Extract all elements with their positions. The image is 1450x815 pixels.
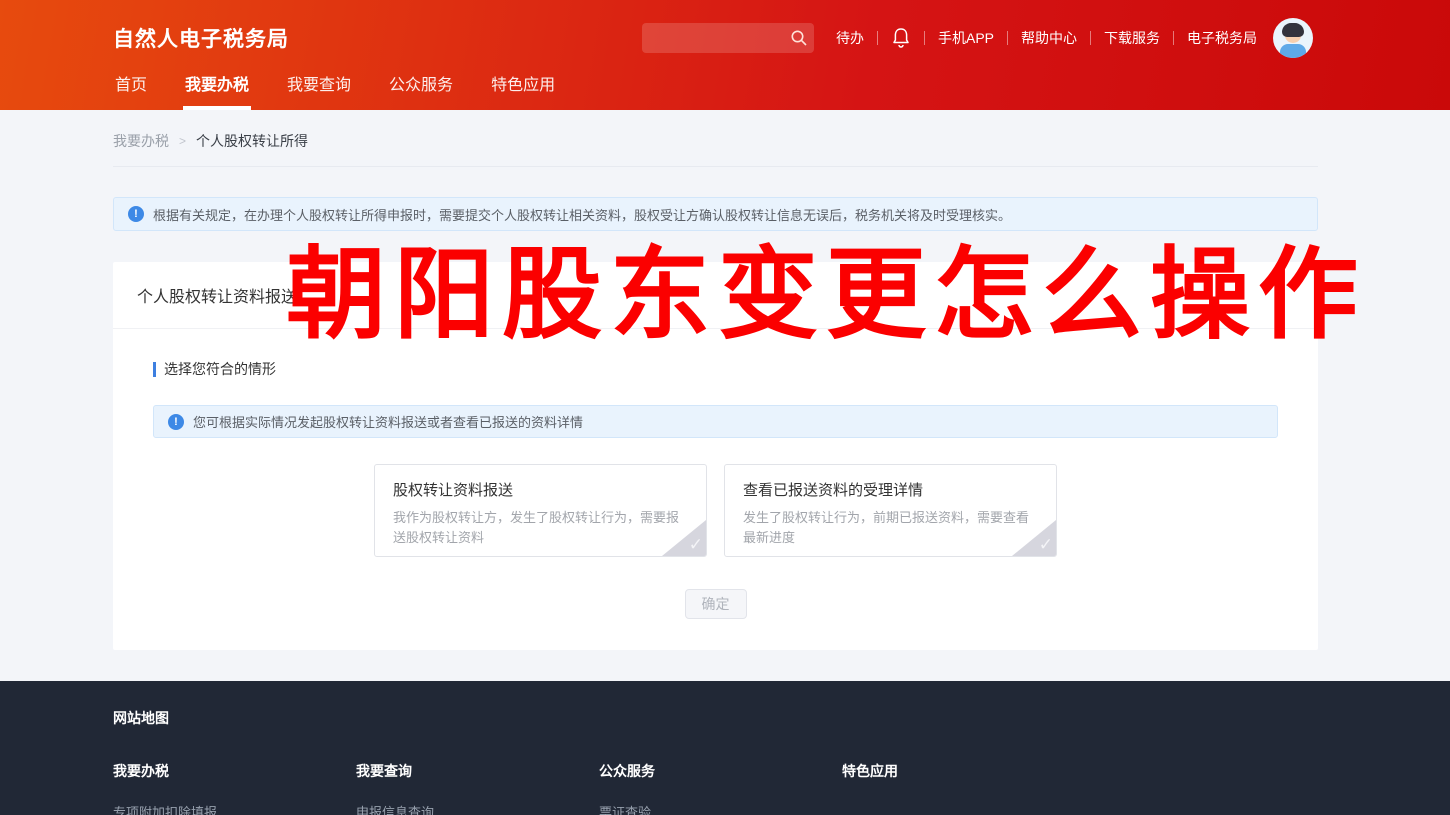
nav-tab-tax-handling[interactable]: 我要办税 [183, 68, 252, 110]
nav-tab-public-service[interactable]: 公众服务 [387, 68, 455, 110]
breadcrumb: 我要办税 > 个人股权转让所得 [113, 110, 1318, 167]
sitemap-title: 网站地图 [113, 710, 169, 726]
check-icon: ✓ [688, 535, 703, 554]
confirm-button[interactable]: 确定 [684, 589, 747, 619]
app-header: 自然人电子税务局 待办 手机APP 帮助中心 下载服务 电子税务局 首页 我要办… [0, 0, 1450, 110]
divider [1173, 31, 1174, 45]
download-service-link[interactable]: 下载服务 [1104, 28, 1160, 48]
footer-col-title: 我要查询 [356, 763, 412, 779]
avatar-shirt [1280, 44, 1306, 58]
section-title-row: 选择您符合的情形 [153, 359, 1278, 379]
search-input[interactable] [641, 23, 858, 53]
option-card-submit-materials[interactable]: 股权转让资料报送 我作为股权转让方，发生了股权转让行为，需要报送股权转让资料 ✓ [374, 464, 707, 557]
hint-banner: ! 您可根据实际情况发起股权转让资料报送或者查看已报送的资料详情 [153, 405, 1278, 438]
footer-col-title: 特色应用 [842, 763, 898, 779]
divider [1007, 31, 1008, 45]
footer-columns: 我要办税 专项附加扣除填报 我要查询 申报信息查询 公众服务 票证查验 特色应用 [113, 761, 1318, 815]
section-title: 选择您符合的情形 [164, 361, 276, 377]
option-title: 查看已报送资料的受理详情 [743, 482, 924, 499]
info-icon: ! [128, 206, 144, 222]
footer-link-declaration-query[interactable]: 申报信息查询 [356, 802, 599, 815]
check-icon: ✓ [1038, 535, 1053, 554]
main-nav: 首页 我要办税 我要查询 公众服务 特色应用 [0, 68, 1450, 110]
footer-link-ticket-check[interactable]: 票证查验 [599, 802, 842, 815]
bell-icon[interactable] [891, 27, 911, 49]
nav-tab-query[interactable]: 我要查询 [285, 68, 353, 110]
footer-col-public-service: 公众服务 票证查验 [599, 761, 842, 815]
panel-title: 个人股权转让资料报送 [113, 262, 1318, 329]
hint-text: 您可根据实际情况发起股权转让资料报送或者查看已报送的资料详情 [193, 415, 584, 430]
option-card-view-progress[interactable]: 查看已报送资料的受理详情 发生了股权转让行为，前期已报送资料，需要查看最新进度 … [724, 464, 1057, 557]
site-logo: 自然人电子税务局 [113, 28, 289, 51]
notice-banner: ! 根据有关规定，在办理个人股权转让所得申报时，需要提交个人股权转让相关资料，股… [113, 197, 1318, 231]
utility-links: 待办 手机APP 帮助中心 下载服务 电子税务局 [836, 27, 1257, 49]
mobile-app-link[interactable]: 手机APP [938, 28, 994, 48]
page-footer: 网站地图 我要办税 专项附加扣除填报 我要查询 申报信息查询 公众服务 票证查验… [0, 681, 1450, 815]
breadcrumb-current: 个人股权转让所得 [196, 133, 309, 149]
equity-transfer-panel: 个人股权转让资料报送 选择您符合的情形 ! 您可根据实际情况发起股权转让资料报送… [113, 262, 1318, 650]
notice-text: 根据有关规定，在办理个人股权转让所得申报时，需要提交个人股权转让相关资料，股权受… [153, 207, 1012, 223]
nav-tab-home[interactable]: 首页 [113, 68, 149, 110]
nav-tab-featured-apps[interactable]: 特色应用 [489, 68, 557, 110]
option-title: 股权转让资料报送 [393, 482, 514, 499]
search-box[interactable] [641, 23, 858, 53]
footer-col-tax-handling: 我要办税 专项附加扣除填报 [113, 761, 356, 815]
footer-col-query: 我要查询 申报信息查询 [356, 761, 599, 815]
button-row: 确定 [153, 589, 1278, 619]
main-content: 我要办税 > 个人股权转让所得 ! 根据有关规定，在办理个人股权转让所得申报时，… [0, 110, 1450, 681]
footer-col-featured-apps: 特色应用 [842, 761, 1085, 815]
divider [1090, 31, 1091, 45]
chevron-right-icon: > [179, 134, 187, 148]
avatar-hair [1282, 23, 1304, 37]
footer-link-special-deduction[interactable]: 专项附加扣除填报 [113, 802, 356, 815]
header-top-row: 自然人电子税务局 待办 手机APP 帮助中心 下载服务 电子税务局 [0, 0, 1450, 68]
options-row: 股权转让资料报送 我作为股权转让方，发生了股权转让行为，需要报送股权转让资料 ✓… [153, 464, 1278, 557]
section-accent-bar [153, 361, 156, 377]
option-description: 我作为股权转让方，发生了股权转让行为，需要报送股权转让资料 [393, 510, 680, 545]
breadcrumb-parent[interactable]: 我要办税 [113, 131, 169, 151]
help-center-link[interactable]: 帮助中心 [1021, 28, 1077, 48]
divider [923, 31, 925, 45]
user-avatar[interactable] [1273, 18, 1313, 58]
footer-col-title: 公众服务 [599, 763, 655, 779]
info-icon: ! [168, 413, 184, 430]
search-icon[interactable] [790, 29, 808, 47]
option-description: 发生了股权转让行为，前期已报送资料，需要查看最新进度 [743, 510, 1030, 545]
footer-col-title: 我要办税 [113, 763, 169, 779]
divider [876, 31, 878, 45]
etax-bureau-link[interactable]: 电子税务局 [1187, 28, 1257, 48]
